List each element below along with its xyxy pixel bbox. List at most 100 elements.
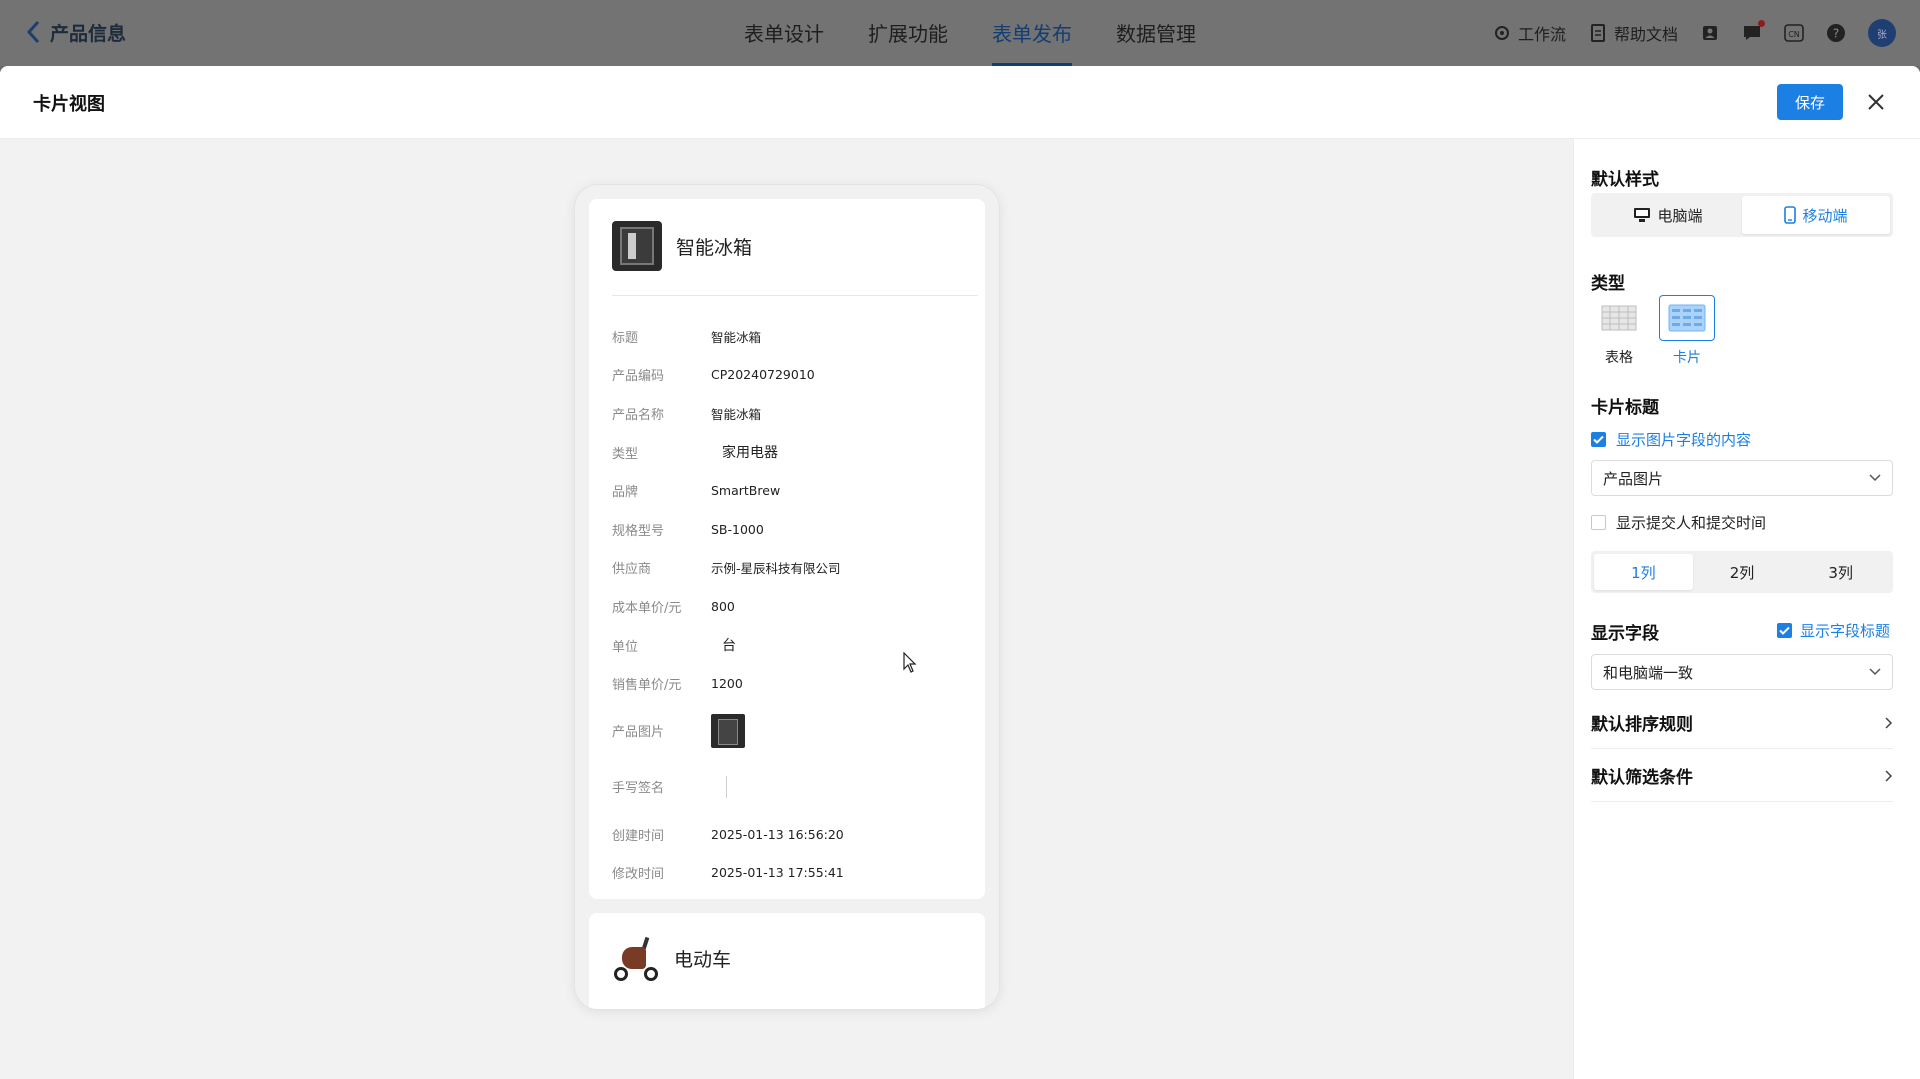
field-label: 创建时间 — [612, 828, 665, 844]
field-row: 规格型号 SB-1000 — [612, 510, 972, 549]
field-value: 台 — [722, 638, 736, 655]
type-option-table[interactable]: 表格 — [1591, 295, 1647, 367]
close-icon — [1868, 94, 1884, 110]
signature-placeholder — [726, 775, 727, 798]
image-field-select[interactable]: 产品图片 — [1591, 460, 1893, 496]
language-icon[interactable]: CN — [1784, 23, 1804, 43]
checkbox-unchecked-icon — [1591, 515, 1606, 530]
field-value: 2025-01-13 17:55:41 — [711, 865, 844, 881]
field-value: 1200 — [711, 676, 743, 692]
help-icon[interactable]: ? — [1826, 23, 1846, 43]
field-value: 示例-星辰科技有限公司 — [711, 561, 841, 577]
device-switch: 电脑端 移动端 — [1591, 193, 1893, 237]
field-label: 标题 — [612, 330, 639, 346]
field-row: 成本单价/元 800 — [612, 587, 972, 626]
default-filter-row[interactable]: 默认筛选条件 — [1591, 750, 1893, 802]
tab-form-publish[interactable]: 表单发布 — [992, 0, 1072, 66]
column-option-1[interactable]: 1列 — [1594, 554, 1693, 590]
app-title: 产品信息 — [50, 22, 127, 45]
card-title: 智能冰箱 — [676, 236, 753, 259]
field-row: 产品图片 — [612, 703, 972, 759]
field-row: 供应商 示例-星辰科技有限公司 — [612, 549, 972, 588]
default-sort-rule-row[interactable]: 默认排序规则 — [1591, 697, 1893, 749]
card-title: 电动车 — [674, 948, 732, 971]
chevron-right-icon — [1885, 769, 1893, 782]
field-row: 品牌 SmartBrew — [612, 471, 972, 510]
chevron-down-icon — [1869, 474, 1881, 482]
workflow-button[interactable]: 工作流 — [1492, 21, 1566, 45]
column-switch: 1列 2列 3列 — [1591, 551, 1893, 593]
field-label: 手写签名 — [612, 781, 665, 797]
field-label: 销售单价/元 — [612, 678, 682, 694]
show-field-title-label: 显示字段标题 — [1800, 622, 1891, 640]
field-value: SB-1000 — [711, 521, 764, 537]
phone-icon — [1784, 206, 1797, 224]
mobile-option[interactable]: 移动端 — [1742, 196, 1890, 234]
show-submitter-checkbox[interactable]: 显示提交人和提交时间 — [1591, 512, 1766, 533]
display-fields-select-value: 和电脑端一致 — [1603, 663, 1694, 682]
message-icon[interactable] — [1742, 20, 1765, 43]
field-label: 供应商 — [612, 562, 652, 578]
save-button[interactable]: 保存 — [1777, 84, 1843, 120]
tab-data-management[interactable]: 数据管理 — [1116, 0, 1196, 66]
card-header: 电动车 — [612, 933, 731, 983]
display-fields-select[interactable]: 和电脑端一致 — [1591, 654, 1893, 690]
tab-form-design[interactable]: 表单设计 — [744, 0, 824, 66]
field-row: 类型 家用电器 — [612, 433, 972, 472]
sort-rule-label: 默认排序规则 — [1591, 715, 1693, 735]
help-doc-label: 帮助文档 — [1613, 25, 1678, 44]
type-option-card[interactable]: 卡片 — [1659, 295, 1715, 367]
field-row: 标题 智能冰箱 — [612, 317, 972, 356]
checkbox-checked-icon — [1777, 623, 1792, 638]
field-value: 家用电器 — [722, 445, 778, 462]
type-options: 表格 卡片 — [1591, 295, 1715, 367]
help-doc-button[interactable]: 帮助文档 — [1588, 21, 1678, 45]
show-submitter-label: 显示提交人和提交时间 — [1616, 514, 1767, 532]
field-value: 智能冰箱 — [711, 406, 762, 422]
chevron-down-icon — [1869, 668, 1881, 676]
workflow-label: 工作流 — [1517, 25, 1566, 44]
type-label-card: 卡片 — [1673, 350, 1701, 366]
product-image-thumb[interactable] — [711, 713, 745, 748]
main-tabs: 表单设计 扩展功能 表单发布 数据管理 — [744, 0, 1196, 66]
display-fields-title: 显示字段 — [1591, 624, 1659, 644]
show-field-title-checkbox[interactable]: 显示字段标题 — [1777, 620, 1890, 641]
show-image-field-checkbox[interactable]: 显示图片字段的内容 — [1591, 429, 1751, 450]
card-header: 智能冰箱 — [612, 221, 752, 271]
chevron-right-icon — [1885, 716, 1893, 729]
column-option-3[interactable]: 3列 — [1791, 554, 1890, 590]
field-label: 品牌 — [612, 485, 639, 501]
card-layout-icon — [1659, 295, 1715, 341]
field-label: 修改时间 — [612, 867, 665, 883]
desktop-option[interactable]: 电脑端 — [1594, 196, 1742, 234]
tab-extensions[interactable]: 扩展功能 — [868, 0, 948, 66]
product-thumbnail — [612, 221, 662, 271]
card-title-section: 卡片标题 — [1591, 398, 1659, 418]
field-row: 单位 台 — [612, 626, 972, 665]
column-option-2[interactable]: 2列 — [1693, 554, 1792, 590]
modal-header: 卡片视图 保存 — [0, 66, 1920, 139]
field-row: 产品名称 智能冰箱 — [612, 394, 972, 433]
close-button[interactable] — [1862, 88, 1890, 116]
contacts-icon[interactable] — [1700, 23, 1720, 43]
type-title: 类型 — [1591, 274, 1625, 294]
field-value: 800 — [711, 598, 735, 614]
card-fields: 标题 智能冰箱 产品编码 CP20240729010 产品名称 智能冰箱 类型 家用电器… — [612, 317, 972, 892]
scooter-thumbnail — [612, 933, 660, 983]
settings-panel: 默认样式 电脑端 移动端 类型 表格 卡片 卡片标题 显示图片字段的内容 产品图… — [1573, 139, 1920, 1079]
svg-text:?: ? — [1833, 27, 1839, 41]
back-button[interactable]: 产品信息 — [24, 18, 126, 46]
field-label: 产品图片 — [612, 725, 665, 741]
field-label: 产品名称 — [612, 407, 665, 423]
card-view-modal: 卡片视图 保存 智能冰箱 标题 智能冰箱 产品编码 CP20240729010 产品… — [0, 66, 1920, 1079]
user-avatar[interactable]: 张 — [1868, 19, 1896, 47]
filter-label: 默认筛选条件 — [1591, 768, 1693, 788]
workflow-icon — [1492, 23, 1512, 43]
field-value: SmartBrew — [711, 483, 781, 499]
field-value: 2025-01-13 16:56:20 — [711, 826, 844, 842]
record-card[interactable]: 智能冰箱 标题 智能冰箱 产品编码 CP20240729010 产品名称 智能冰箱 类… — [589, 199, 985, 899]
top-navbar: 产品信息 表单设计 扩展功能 表单发布 数据管理 工作流 帮助文档 CN ? 张 — [0, 0, 1920, 66]
desktop-label: 电脑端 — [1657, 206, 1703, 225]
divider — [612, 295, 978, 296]
record-card[interactable]: 电动车 — [589, 913, 985, 1009]
